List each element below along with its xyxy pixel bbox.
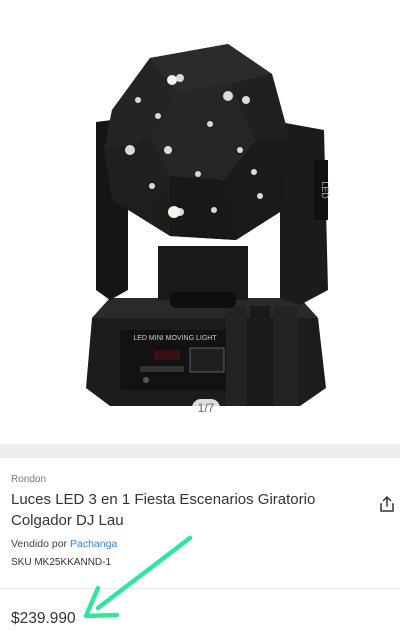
sold-by-label: Vendido por [11,538,68,550]
share-icon[interactable] [378,495,396,513]
product-title: Luces LED 3 en 1 Fiesta Escenarios Girat… [11,491,316,529]
seller-link[interactable]: Pachanga [70,538,117,550]
sold-by: Vendido por Pachanga [11,538,117,550]
brand-name[interactable]: Rondon [11,474,46,485]
image-counter: 1/7 [192,399,220,417]
base-label: LED MINI MOVING LIGHT [133,335,217,342]
product-image-gallery[interactable]: LED MINI MOVING LIGHT LED 1/7 [0,0,400,444]
divider-line [0,588,400,589]
product-info-panel: Rondon Luces LED 3 en 1 Fiesta Escenario… [0,458,400,644]
sku-text: SKU MK25KKANND-1 [11,557,112,568]
product-price: $239.990 [11,610,76,627]
section-divider [0,444,400,458]
side-label: LED [320,181,330,199]
product-image: LED MINI MOVING LIGHT LED [86,44,330,406]
